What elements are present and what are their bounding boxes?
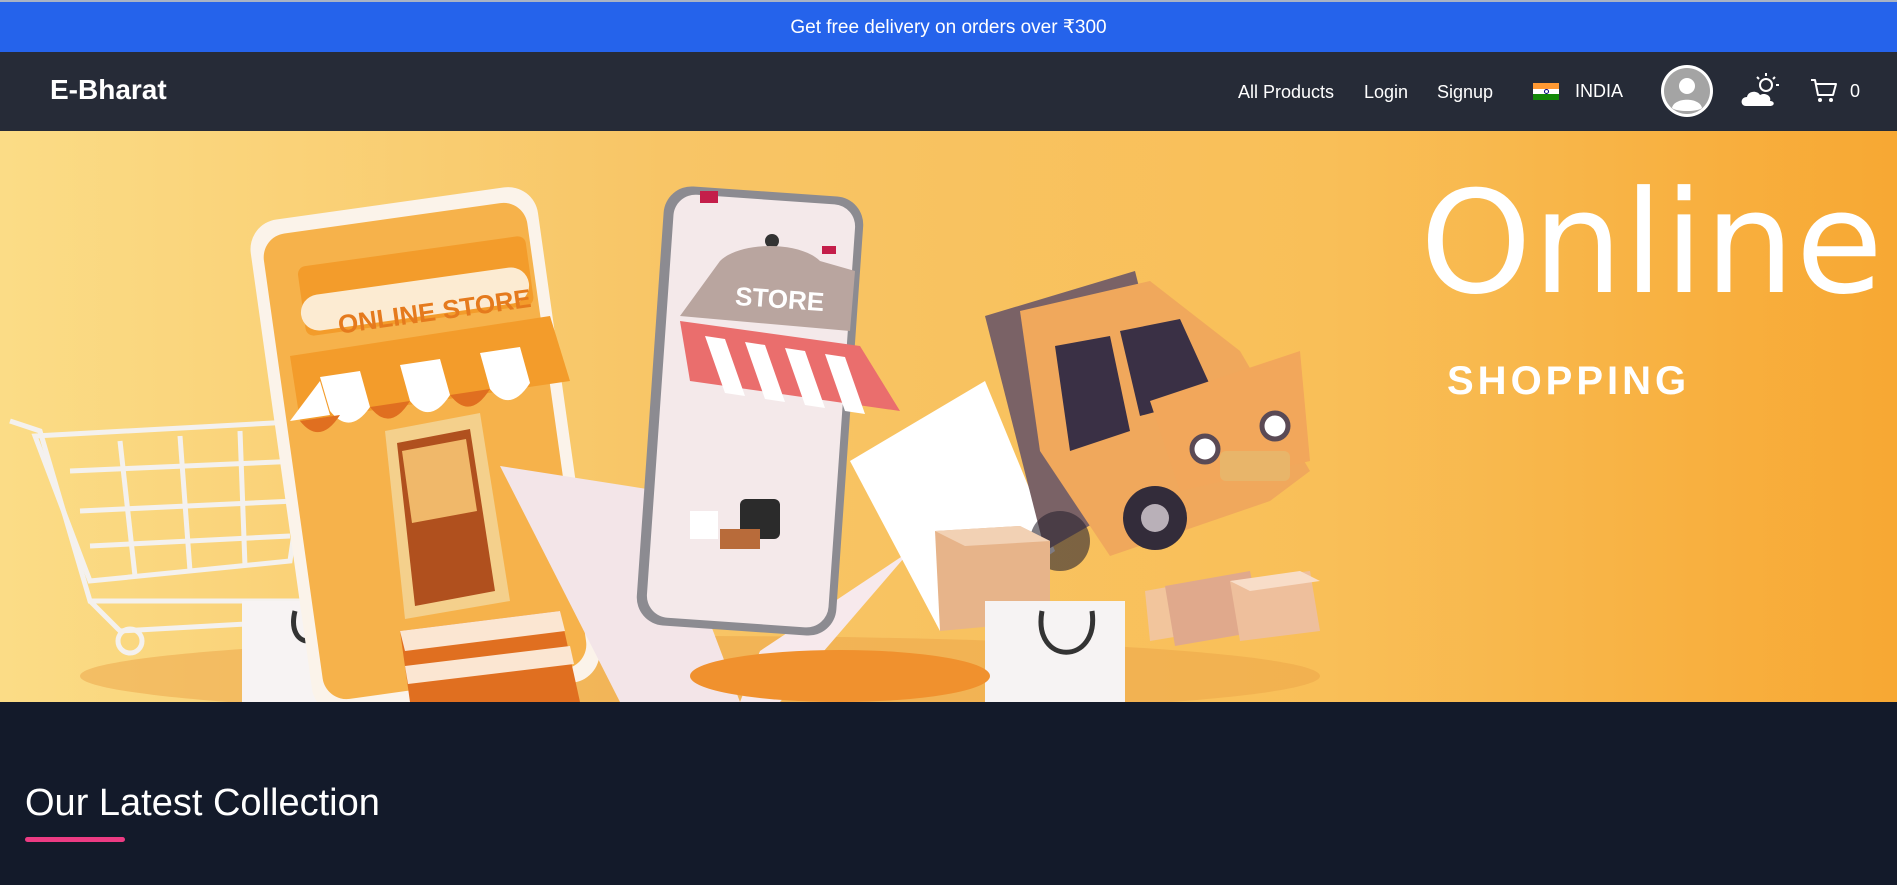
cart-count: 0 — [1850, 80, 1861, 101]
latest-collection-section: Our Latest Collection — [0, 702, 1897, 885]
svg-text:STORE: STORE — [734, 281, 825, 317]
cart-button[interactable]: 0 — [1810, 78, 1860, 104]
nav-login-link[interactable]: Login — [1364, 82, 1408, 103]
avatar-icon — [1664, 68, 1710, 114]
hero-subtitle: SHOPPING — [1447, 359, 1691, 403]
user-avatar-button[interactable] — [1661, 65, 1713, 117]
cart-icon — [1811, 79, 1837, 102]
country-selector[interactable]: INDIA — [1533, 81, 1623, 102]
smartphone-illustration: STORE — [636, 186, 900, 636]
section-title-underline — [25, 837, 125, 842]
section-title: Our Latest Collection — [25, 782, 380, 824]
hero-title: Online. — [1420, 161, 1897, 326]
country-label: INDIA — [1575, 81, 1624, 101]
weather-icon[interactable] — [1740, 72, 1782, 110]
nav-all-products-link[interactable]: All Products — [1238, 82, 1334, 103]
hero-banner: ONLINE STORE STORE Online. SHOPPING — [0, 131, 1897, 702]
india-flag-icon — [1533, 83, 1559, 101]
brand-logo[interactable]: E-Bharat — [50, 74, 167, 106]
nav-signup-link[interactable]: Signup — [1437, 82, 1493, 103]
promo-banner: Get free delivery on orders over ₹300 — [0, 0, 1897, 52]
top-navbar: E-Bharat All Products Login Signup INDIA — [0, 52, 1897, 131]
promo-text: Get free delivery on orders over ₹300 — [790, 16, 1107, 38]
